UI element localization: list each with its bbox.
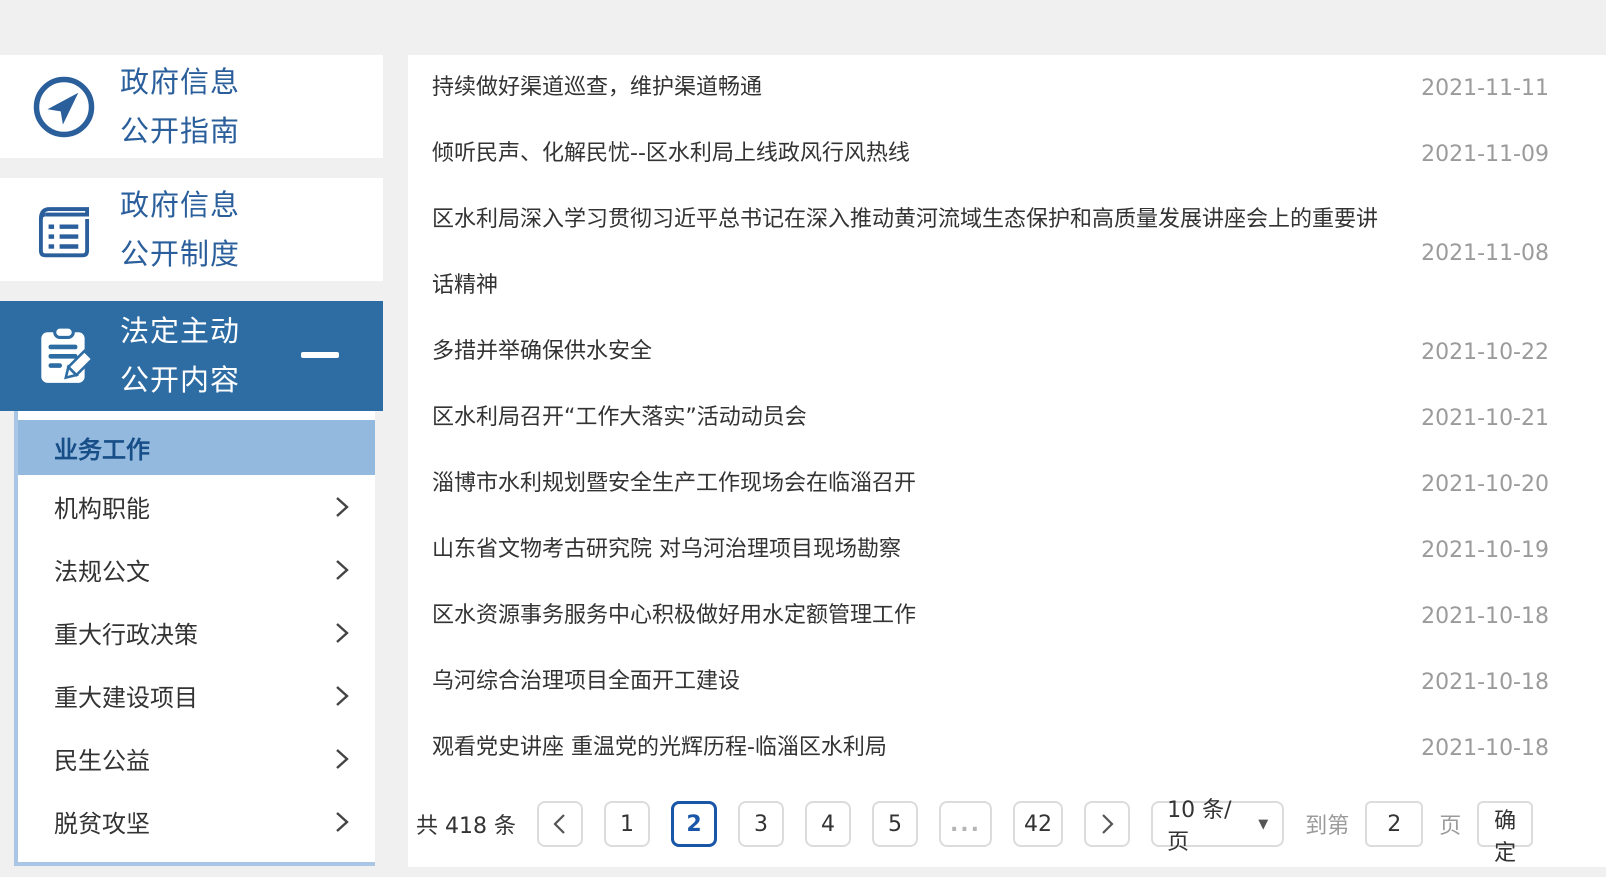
sidebar-card-label-line2: 公开内容 — [120, 363, 241, 397]
page-ellipsis-button[interactable]: ... — [938, 801, 992, 847]
news-title: 区水利局召开“工作大落实”活动动员会 — [432, 405, 807, 430]
sidebar-card-label-line1: 政府信息 — [120, 64, 241, 99]
page-button-42[interactable]: 42 — [1012, 801, 1064, 847]
sidebar-card-gov-info-system[interactable]: 政府信息 公开制度 — [0, 178, 383, 281]
news-title: 区水利局深入学习贯彻习近平总书记在深入推动黄河流域生态保护和高质量发展讲座会上的… — [432, 207, 1379, 298]
submenu-item-label: 法规公文 — [54, 558, 150, 586]
news-title: 多措并举确保供水安全 — [432, 339, 653, 364]
news-title: 区水资源事务服务中心积极做好用水定额管理工作 — [432, 603, 917, 628]
submenu-item-label: 脱贫攻坚 — [54, 810, 150, 838]
submenu-item-business-work-active[interactable]: 业务工作 — [18, 420, 375, 475]
page-button-2-active[interactable]: 2 — [670, 801, 717, 847]
goto-suffix-label: 页 — [1439, 814, 1462, 839]
submenu-item-label: 机构职能 — [54, 495, 150, 523]
submenu-item-label: 民生公益 — [54, 747, 150, 775]
page-button-5[interactable]: 5 — [871, 801, 918, 847]
submenu-item-poverty-alleviation[interactable]: 脱贫攻坚 — [18, 790, 375, 853]
submenu-item-major-decisions[interactable]: 重大行政决策 — [18, 601, 375, 664]
news-item[interactable]: 乌河综合治理项目全面开工建设 2021-10-18 — [408, 649, 1606, 715]
news-date: 2021-10-22 — [1421, 339, 1549, 365]
news-title: 山东省文物考古研究院 对乌河治理项目现场勘察 — [432, 537, 901, 562]
page-size-label: 10 条/页 — [1167, 798, 1232, 855]
chevron-right-icon — [336, 685, 349, 706]
news-item[interactable]: 区水利局召开“工作大落实”活动动员会 2021-10-21 — [408, 385, 1606, 451]
goto-prefix-label: 到第 — [1305, 814, 1350, 839]
submenu-active-label: 业务工作 — [54, 436, 150, 464]
news-item[interactable]: 区水资源事务服务中心积极做好用水定额管理工作 2021-10-18 — [408, 583, 1606, 649]
news-title: 倾听民声、化解民忧--区水利局上线政风行风热线 — [432, 141, 910, 166]
submenu-item-major-projects[interactable]: 重大建设项目 — [18, 664, 375, 727]
news-item[interactable]: 山东省文物考古研究院 对乌河治理项目现场勘察 2021-10-19 — [408, 517, 1606, 583]
sidebar-card-label: 政府信息 公开制度 — [120, 181, 240, 279]
sidebar-submenu: 业务工作 机构职能 法规公文 重大行政决策 重大建设项目 民生公益 脱贫攻坚 — [14, 411, 375, 866]
sidebar-card-gov-info-guide[interactable]: 政府信息 公开指南 — [0, 55, 383, 158]
submenu-item-label: 重大建设项目 — [54, 684, 198, 712]
clipboard-pencil-icon — [30, 322, 98, 390]
chevron-right-icon — [336, 811, 349, 832]
news-date: 2021-10-21 — [1421, 405, 1549, 431]
page-size-select[interactable]: 10 条/页 ▼ — [1151, 798, 1285, 855]
page-button-1[interactable]: 1 — [603, 801, 650, 847]
prev-page-button[interactable] — [536, 801, 583, 847]
sidebar-card-label: 法定主动 公开内容 — [120, 307, 240, 405]
sidebar-card-legal-disclosure[interactable]: 法定主动 公开内容 — [0, 301, 383, 411]
news-date: 2021-11-09 — [1421, 141, 1549, 167]
chevron-right-icon — [1101, 814, 1114, 834]
submenu-item-label: 重大行政决策 — [54, 621, 198, 649]
total-count-label: 共 418 条 — [416, 814, 516, 839]
compass-icon — [30, 73, 98, 141]
news-panel: 持续做好渠道巡查，维护渠道畅通 2021-11-11 倾听民声、化解民忧--区水… — [408, 55, 1606, 867]
chevron-right-icon — [336, 559, 349, 580]
confirm-button[interactable]: 确定 — [1477, 801, 1533, 866]
news-date: 2021-11-08 — [1421, 240, 1549, 266]
caret-down-icon: ▼ — [1258, 816, 1269, 832]
collapse-minus-icon[interactable] — [301, 352, 339, 358]
sidebar-card-label-line2: 公开指南 — [120, 113, 241, 148]
news-date: 2021-11-11 — [1421, 75, 1549, 101]
submenu-item-org-functions[interactable]: 机构职能 — [18, 475, 375, 538]
news-title: 乌河综合治理项目全面开工建设 — [432, 669, 741, 694]
news-item[interactable]: 倾听民声、化解民忧--区水利局上线政风行风热线 2021-11-09 — [408, 121, 1606, 187]
submenu-item-regulations[interactable]: 法规公文 — [18, 538, 375, 601]
news-item[interactable]: 区水利局深入学习贯彻习近平总书记在深入推动黄河流域生态保护和高质量发展讲座会上的… — [408, 187, 1606, 319]
news-item[interactable]: 观看党史讲座 重温党的光辉历程-临淄区水利局 2021-10-18 — [408, 715, 1606, 781]
news-title: 持续做好渠道巡查，维护渠道畅通 — [432, 75, 763, 100]
chevron-left-icon — [553, 814, 566, 834]
goto-page-input[interactable] — [1365, 801, 1424, 847]
sidebar-card-label-line1: 政府信息 — [120, 187, 241, 222]
page-button-3[interactable]: 3 — [737, 801, 784, 847]
news-title: 淄博市水利规划暨安全生产工作现场会在临淄召开 — [432, 471, 917, 496]
news-item[interactable]: 多措并举确保供水安全 2021-10-22 — [408, 319, 1606, 385]
goto-page-group: 到第 页 确定 — [1305, 801, 1533, 866]
sidebar-card-label-line1: 法定主动 — [120, 314, 241, 348]
news-date: 2021-10-18 — [1421, 735, 1549, 761]
news-item[interactable]: 淄博市水利规划暨安全生产工作现场会在临淄召开 2021-10-20 — [408, 451, 1606, 517]
news-date: 2021-10-18 — [1421, 603, 1549, 629]
chevron-right-icon — [336, 748, 349, 769]
news-list: 持续做好渠道巡查，维护渠道畅通 2021-11-11 倾听民声、化解民忧--区水… — [408, 55, 1606, 781]
news-date: 2021-10-20 — [1421, 471, 1549, 497]
page-button-4[interactable]: 4 — [804, 801, 851, 847]
sidebar-card-label: 政府信息 公开指南 — [120, 58, 240, 156]
chevron-right-icon — [336, 622, 349, 643]
page: 政府信息 公开指南 政府信息 公开制度 法定主动 公开内容 业务工作 机构职能 … — [0, 0, 1606, 877]
news-title: 观看党史讲座 重温党的光辉历程-临淄区水利局 — [432, 735, 887, 760]
next-page-button[interactable] — [1084, 801, 1131, 847]
news-item[interactable]: 持续做好渠道巡查，维护渠道畅通 2021-11-11 — [408, 55, 1606, 121]
submenu-item-public-welfare[interactable]: 民生公益 — [18, 727, 375, 790]
news-date: 2021-10-18 — [1421, 669, 1549, 695]
pagination-bar: 共 418 条 1 2 3 4 5 ... 42 10 条/页 ▼ 到第 页 — [408, 781, 1606, 867]
chevron-right-icon — [336, 496, 349, 517]
sidebar-card-label-line2: 公开制度 — [120, 236, 241, 271]
news-date: 2021-10-19 — [1421, 537, 1549, 563]
notebook-icon — [30, 196, 98, 264]
